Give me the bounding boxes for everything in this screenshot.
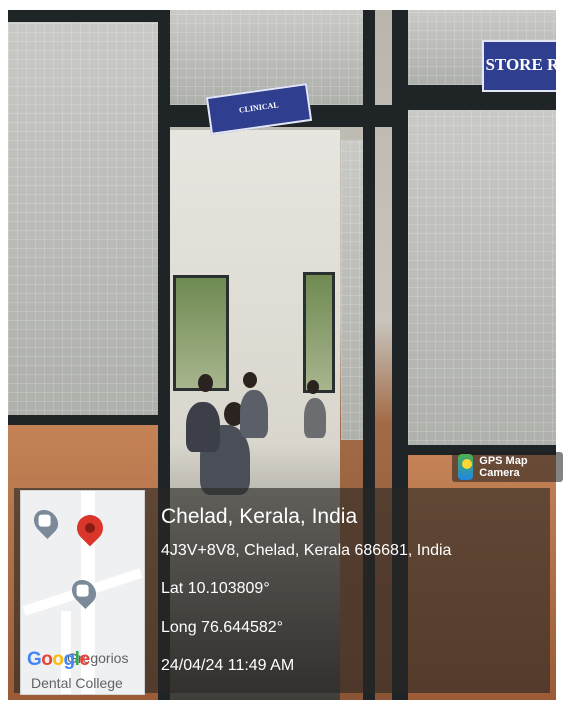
photo-frame: CLINICAL EXAMINATION ROOM STORE RO GPS M… (0, 0, 563, 706)
student-head (198, 374, 213, 392)
longitude: Long 76.644582° (161, 619, 284, 636)
frame-rail (8, 10, 168, 22)
graduation-cap-icon (29, 505, 63, 539)
student-head (243, 372, 257, 388)
left-glass-panel (8, 20, 158, 420)
location-pin-icon (71, 509, 109, 547)
graduation-cap-icon (67, 575, 101, 609)
latitude: Lat 10.103809° (161, 580, 270, 597)
frame-rail (8, 415, 158, 425)
map-thumbnail: Gregorios Google Dental College (20, 490, 145, 695)
room-window-right (303, 272, 335, 393)
google-logo: Google (27, 649, 90, 670)
store-room-sign: STORE RO (482, 40, 556, 92)
location-title: Chelad, Kerala, India (161, 505, 358, 528)
gps-map-camera-icon (458, 454, 474, 480)
right-glass-panel (408, 110, 556, 450)
student (186, 402, 220, 452)
student (304, 398, 326, 438)
room-window-left (173, 275, 229, 391)
gps-map-camera-badge: GPS Map Camera (452, 452, 563, 482)
location-address: 4J3V+8V8, Chelad, Kerala 686681, India (161, 542, 452, 559)
timestamp: 24/04/24 11:49 AM (161, 657, 295, 674)
student-head (307, 380, 319, 394)
map-place-subtitle: Dental College (31, 675, 123, 691)
gps-map-camera-label: GPS Map Camera (479, 455, 528, 479)
student (240, 390, 268, 438)
